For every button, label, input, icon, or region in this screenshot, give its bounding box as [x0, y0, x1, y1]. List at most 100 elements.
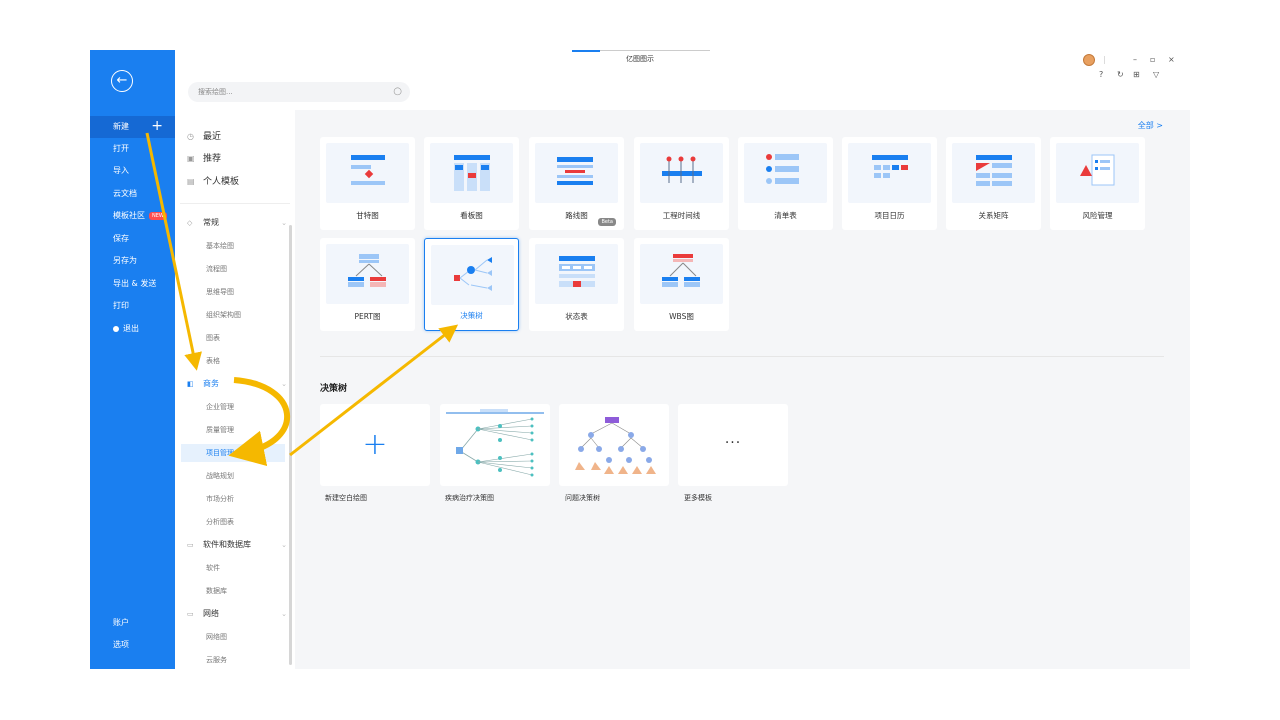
chevron-down-icon: ⌄ — [281, 610, 287, 618]
sub-charts[interactable]: 图表 — [206, 329, 220, 347]
card-state-table-label: 状态表 — [565, 312, 588, 321]
menu-print[interactable]: 打印 — [90, 295, 175, 317]
template-gallery: 全部 > 甘特图 看板图 Beta 路线图 工程时间线 清单表 项目日历 关系矩… — [295, 110, 1190, 669]
card-wbs[interactable]: WBS图 — [634, 238, 729, 331]
group-general[interactable]: ◇ 常规 ⌄ — [187, 214, 287, 232]
back-arrow-icon[interactable]: ← — [111, 70, 133, 92]
sub-database[interactable]: 数据库 — [206, 582, 227, 600]
sub-org-chart[interactable]: 组织架构图 — [206, 306, 241, 324]
scrollbar[interactable] — [289, 225, 292, 665]
menu-export-send[interactable]: 导出 & 发送 — [90, 273, 175, 295]
menu-new[interactable]: 新建 + — [90, 116, 175, 138]
app-title: 亿图图示 — [626, 55, 654, 63]
category-panel: 搜索绘图... ○ ◷ 最近 ▣ 推荐 ▤ 个人模板 ◇ 常规 ⌄ 基本绘图 流程图 思维… — [175, 50, 410, 669]
card-state-table[interactable]: 状态表 — [529, 238, 624, 331]
search-input[interactable]: 搜索绘图... ○ — [188, 82, 410, 102]
sub-enterprise-mgmt[interactable]: 企业管理 — [206, 398, 234, 416]
category-personal-templates-label: 个人模板 — [203, 177, 240, 187]
exit-icon — [113, 325, 119, 332]
card-project-calendar[interactable]: 项目日历 — [842, 137, 937, 230]
plus-icon[interactable]: + — [151, 116, 163, 136]
view-all-link[interactable]: 全部 > — [1138, 120, 1163, 131]
card-pert-label: PERT图 — [354, 312, 381, 321]
window-controls: | – ▫ × ? ↻ ⊞ ▽ — [1075, 52, 1185, 84]
refresh-icon[interactable]: ↻ — [1117, 70, 1124, 79]
sub-network-diagram[interactable]: 网络图 — [206, 628, 227, 646]
category-personal-templates[interactable]: ▤ 个人模板 — [187, 172, 239, 192]
separator: | — [1103, 55, 1106, 64]
menu-save[interactable]: 保存 — [90, 228, 175, 250]
business-icon: ◧ — [187, 380, 194, 388]
card-pert[interactable]: PERT图 — [320, 238, 415, 331]
menu-account[interactable]: 账户 — [90, 612, 175, 634]
template-disease-treatment[interactable] — [440, 404, 550, 486]
matrix-thumbnail — [952, 143, 1035, 203]
avatar[interactable] — [1083, 54, 1095, 66]
chevron-down-icon: ⌄ — [281, 541, 287, 549]
sub-analysis-charts[interactable]: 分析图表 — [206, 513, 234, 531]
menu-cloud-docs[interactable]: 云文档 — [90, 183, 175, 205]
template-problem-decision-tree[interactable] — [559, 404, 669, 486]
search-placeholder: 搜索绘图... — [198, 88, 233, 96]
sub-project-mgmt[interactable]: 项目管理 — [181, 444, 285, 462]
category-recent[interactable]: ◷ 最近 — [187, 127, 221, 147]
file-menu-sidebar: ← 新建 + 打开 导入 云文档 模板社区 NEW 保存 另存为 导出 & 发送 … — [90, 50, 175, 669]
state-table-thumbnail — [535, 244, 618, 304]
group-network[interactable]: ▭ 网络 ⌄ — [187, 605, 287, 623]
risk-thumbnail — [1056, 143, 1139, 203]
group-general-label: 常规 — [203, 218, 219, 227]
minimize-icon[interactable]: – — [1133, 55, 1137, 64]
group-network-label: 网络 — [203, 609, 219, 618]
clock-icon: ◷ — [187, 132, 194, 141]
card-wbs-label: WBS图 — [669, 312, 694, 321]
card-decision-tree[interactable]: 决策树 — [424, 238, 519, 331]
group-business[interactable]: ◧ 商务 ⌄ — [187, 375, 287, 393]
menu-options[interactable]: 选项 — [90, 634, 175, 656]
menu-template-community[interactable]: 模板社区 NEW — [90, 205, 175, 227]
shirt-icon[interactable]: ▽ — [1153, 70, 1159, 79]
section-title: 决策树 — [320, 384, 348, 394]
decision-tree-thumbnail — [431, 245, 514, 305]
template-new-blank[interactable]: + — [320, 404, 430, 486]
menu-save-as[interactable]: 另存为 — [90, 250, 175, 272]
sub-quality-mgmt[interactable]: 质量管理 — [206, 421, 234, 439]
template-more[interactable]: ··· — [678, 404, 788, 486]
divider — [180, 203, 290, 204]
template-problem-decision-tree-label: 问题决策树 — [565, 494, 600, 502]
card-checklist[interactable]: 清单表 — [738, 137, 833, 230]
search-icon[interactable]: ○ — [393, 82, 402, 102]
card-kanban[interactable]: 看板图 — [424, 137, 519, 230]
sub-tables[interactable]: 表格 — [206, 352, 220, 370]
group-software-db[interactable]: ▭ 软件和数据库 ⌄ — [187, 536, 287, 554]
sub-mindmap[interactable]: 思维导图 — [206, 283, 234, 301]
kanban-thumbnail — [430, 143, 513, 203]
close-icon[interactable]: × — [1168, 55, 1175, 64]
card-checklist-label: 清单表 — [774, 211, 797, 220]
sub-flowchart[interactable]: 流程图 — [206, 260, 227, 278]
card-risk-mgmt[interactable]: 风险管理 — [1050, 137, 1145, 230]
sub-basic-drawing[interactable]: 基本绘图 — [206, 237, 234, 255]
category-recommended[interactable]: ▣ 推荐 — [187, 149, 221, 169]
apps-icon[interactable]: ⊞ — [1133, 70, 1140, 79]
wbs-thumbnail — [640, 244, 723, 304]
shapes-icon: ◇ — [187, 219, 193, 227]
roadmap-thumbnail — [535, 143, 618, 203]
sub-software[interactable]: 软件 — [206, 559, 220, 577]
card-timeline[interactable]: 工程时间线 — [634, 137, 729, 230]
card-roadmap[interactable]: Beta 路线图 — [529, 137, 624, 230]
card-timeline-label: 工程时间线 — [662, 211, 701, 220]
card-gantt[interactable]: 甘特图 — [320, 137, 415, 230]
card-kanban-label: 看板图 — [460, 211, 483, 220]
card-relation-matrix[interactable]: 关系矩阵 — [946, 137, 1041, 230]
menu-import[interactable]: 导入 — [90, 160, 175, 182]
restore-icon[interactable]: ▫ — [1150, 55, 1155, 64]
sub-market-analysis[interactable]: 市场分析 — [206, 490, 234, 508]
menu-exit[interactable]: 退出 — [90, 318, 175, 340]
menu-open[interactable]: 打开 — [90, 138, 175, 160]
sub-cloud-service[interactable]: 云服务 — [206, 651, 227, 669]
sub-strategy[interactable]: 战略规划 — [206, 467, 234, 485]
template-more-label: 更多模板 — [684, 494, 712, 502]
gantt-thumbnail — [326, 143, 409, 203]
help-icon[interactable]: ? — [1099, 70, 1103, 79]
title-tab-indicator — [572, 50, 600, 52]
